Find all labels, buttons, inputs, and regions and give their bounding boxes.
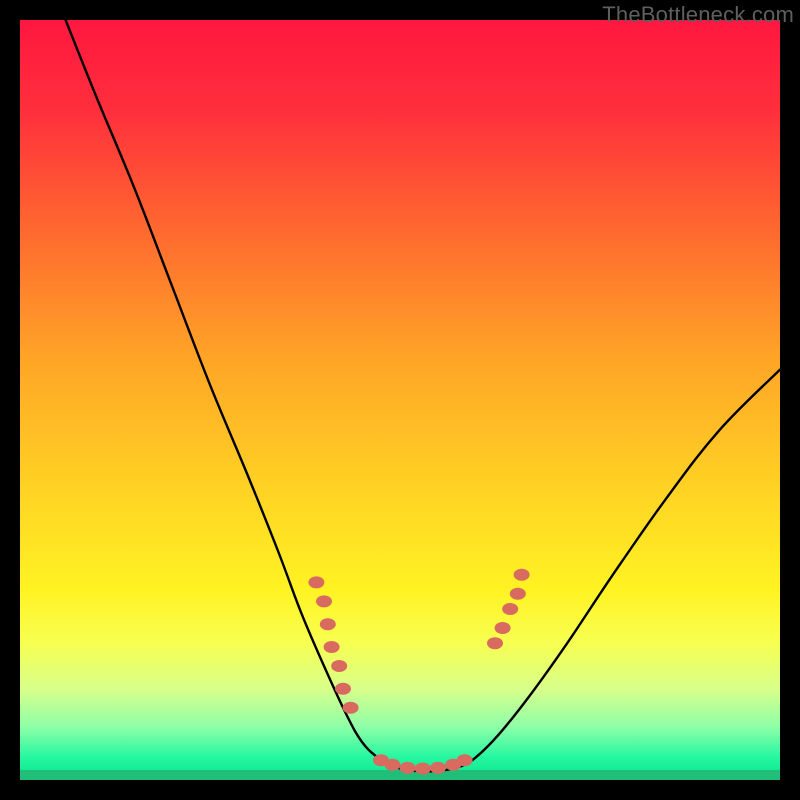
chart-frame [20, 20, 780, 780]
chart-marker [510, 588, 526, 600]
chart-marker [324, 641, 340, 653]
chart-marker [308, 576, 324, 588]
chart-marker [415, 763, 431, 775]
chart-marker [514, 569, 530, 581]
chart-background [20, 20, 780, 780]
chart-marker [343, 702, 359, 714]
chart-marker [384, 759, 400, 771]
watermark-text: TheBottleneck.com [602, 2, 794, 28]
chart-marker [457, 754, 473, 766]
chart-bottom-band [20, 770, 780, 780]
chart-marker [335, 683, 351, 695]
chart-marker [502, 603, 518, 615]
chart-svg [20, 20, 780, 780]
chart-marker [430, 762, 446, 774]
chart-marker [495, 622, 511, 634]
chart-marker [331, 660, 347, 672]
chart-marker [400, 762, 416, 774]
chart-marker [487, 637, 503, 649]
chart-marker [316, 595, 332, 607]
chart-marker [320, 618, 336, 630]
